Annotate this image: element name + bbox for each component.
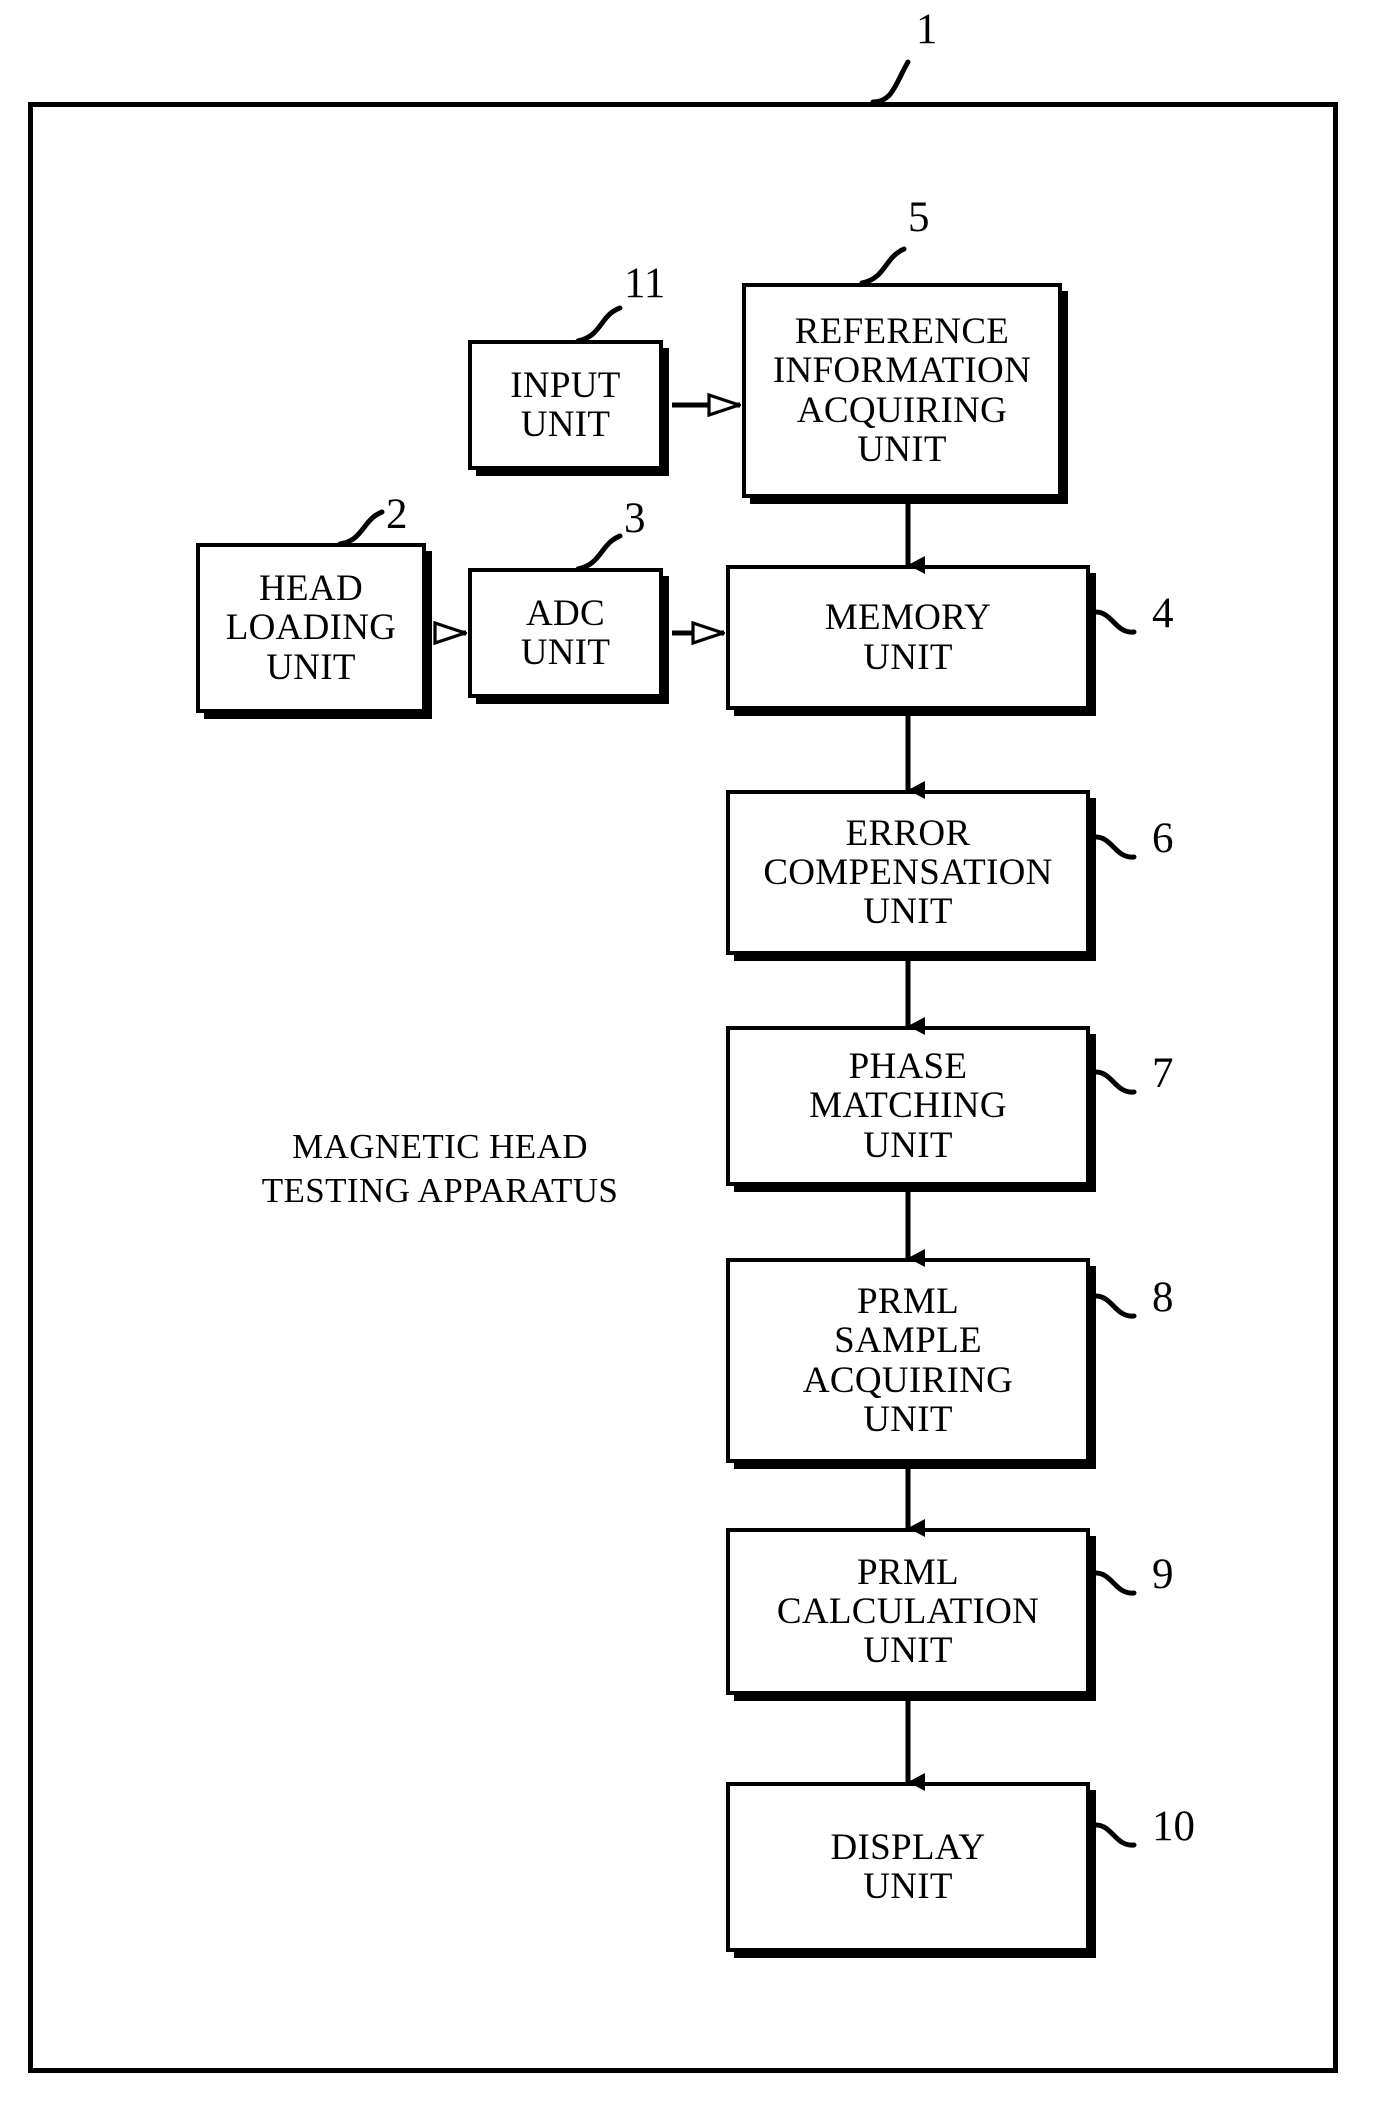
leader-line-1 (870, 59, 911, 105)
ref-numeral-8: 8 (1152, 1274, 1174, 1321)
block-display-unit-label: DISPLAY UNIT (830, 1826, 986, 1907)
ref-numeral-1: 1 (916, 6, 938, 53)
block-memory-unit-label: MEMORY UNIT (824, 597, 992, 678)
block-error-compensation-unit[interactable]: ERROR COMPENSATION UNIT (726, 790, 1090, 955)
ref-numeral-5: 5 (908, 194, 930, 241)
block-input-unit[interactable]: INPUT UNIT (468, 340, 663, 470)
block-prml-sample-acquiring-unit[interactable]: PRML SAMPLE ACQUIRING UNIT (726, 1258, 1090, 1463)
apparatus-caption: MAGNETIC HEAD TESTING APPARATUS (261, 1127, 619, 1210)
block-reference-information-acquiring-unit[interactable]: REFERENCE INFORMATION ACQUIRING UNIT (742, 283, 1062, 498)
ref-numeral-7: 7 (1152, 1050, 1174, 1097)
ref-numeral-9: 9 (1152, 1551, 1174, 1598)
block-error-compensation-unit-label: ERROR COMPENSATION UNIT (763, 812, 1053, 933)
block-adc-unit-label: ADC UNIT (520, 592, 611, 673)
ref-numeral-4: 4 (1152, 590, 1174, 637)
block-reference-information-acquiring-unit-label: REFERENCE INFORMATION ACQUIRING UNIT (772, 311, 1032, 470)
ref-numeral-11: 11 (624, 260, 666, 307)
block-prml-sample-acquiring-unit-label: PRML SAMPLE ACQUIRING UNIT (802, 1281, 1014, 1440)
ref-numeral-10: 10 (1152, 1803, 1195, 1850)
block-display-unit[interactable]: DISPLAY UNIT (726, 1782, 1090, 1952)
block-memory-unit[interactable]: MEMORY UNIT (726, 565, 1090, 710)
block-head-loading-unit[interactable]: HEAD LOADING UNIT (196, 543, 426, 713)
block-phase-matching-unit-label: PHASE MATCHING UNIT (809, 1046, 1007, 1166)
block-head-loading-unit-label: HEAD LOADING UNIT (225, 568, 397, 688)
block-input-unit-label: INPUT UNIT (510, 364, 621, 445)
block-prml-calculation-unit-label: PRML CALCULATION UNIT (776, 1551, 1040, 1672)
figure-canvas: 1 MAGNETIC HEAD TESTING APPARATUS INPUT … (0, 0, 1376, 2105)
ref-numeral-6: 6 (1152, 815, 1174, 862)
block-adc-unit[interactable]: ADC UNIT (468, 568, 663, 698)
ref-numeral-2: 2 (386, 491, 408, 538)
ref-numeral-3: 3 (624, 495, 646, 542)
apparatus-outer-frame (28, 102, 1338, 2073)
block-prml-calculation-unit[interactable]: PRML CALCULATION UNIT (726, 1528, 1090, 1695)
block-phase-matching-unit[interactable]: PHASE MATCHING UNIT (726, 1026, 1090, 1186)
